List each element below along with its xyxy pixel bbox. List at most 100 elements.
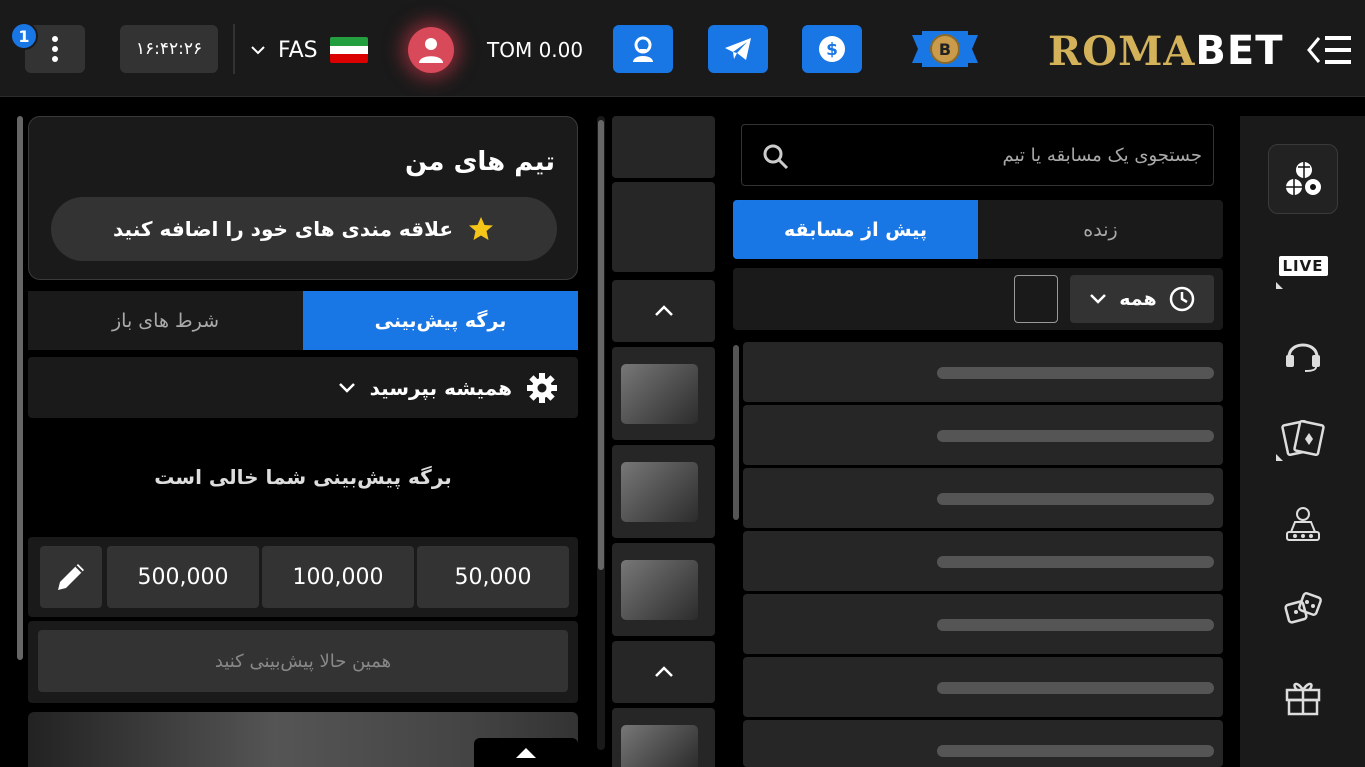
dollar-icon: $ [819, 36, 845, 62]
sidebar-item-bonus[interactable] [1268, 661, 1338, 731]
language-label: FAS [278, 37, 318, 63]
sports-list-scrollbar[interactable] [733, 345, 739, 520]
telegram-button[interactable] [708, 25, 768, 73]
svg-text:B: B [939, 40, 951, 59]
gift-icon [1285, 682, 1321, 716]
add-favorites-label: علاقه مندی های خود را اضافه کنید [113, 217, 453, 241]
pencil-icon [58, 564, 84, 590]
loading-placeholder [937, 745, 1214, 757]
live-icon: LIVE [1278, 256, 1328, 276]
game-tile[interactable] [612, 445, 715, 538]
betslip-tabs: شرط های باز برگه پیش‌بینی [28, 291, 578, 350]
kebab-icon [52, 36, 58, 62]
telegram-icon [725, 38, 751, 60]
gear-icon [527, 372, 557, 403]
empty-betslip-message: برگه پیش‌بینی شما خالی است [154, 465, 452, 489]
dice-icon [1284, 592, 1322, 624]
sports-sidebar: LIVE [1240, 116, 1365, 767]
list-item[interactable] [743, 657, 1223, 717]
list-item[interactable] [743, 468, 1223, 528]
stake-button-500000[interactable]: 500,000 [107, 546, 259, 608]
filter-bar: همه [733, 268, 1223, 330]
search-icon [763, 144, 789, 170]
iran-flag-icon [329, 37, 368, 63]
sidebar-item-games[interactable] [1268, 574, 1338, 644]
collapse-button[interactable] [612, 641, 715, 703]
loading-placeholder [937, 682, 1214, 694]
place-bet-area: همین حالا پیش‌بینی کنید [28, 621, 578, 703]
odds-change-setting[interactable]: همیشه بپرسید [28, 357, 578, 418]
sidebar-item-support[interactable] [1268, 318, 1338, 388]
submenu-indicator [1276, 454, 1283, 461]
tab-open-bets[interactable]: شرط های باز [28, 291, 303, 350]
game-thumbnail [621, 364, 698, 424]
search-input[interactable] [802, 135, 1202, 175]
chevron-down-icon [1090, 294, 1107, 304]
support-agent-button[interactable] [613, 25, 673, 73]
notification-badge: 1 [10, 22, 38, 50]
collapse-menu-button[interactable] [1305, 30, 1355, 70]
sidebar-item-live[interactable]: LIVE [1268, 231, 1338, 301]
middle-scrollbar[interactable] [597, 116, 605, 750]
cards-icon [1281, 419, 1325, 457]
time-filter-dropdown[interactable]: همه [1070, 275, 1214, 323]
odds-setting-label: همیشه بپرسید [369, 375, 512, 400]
chevron-up-icon [654, 666, 673, 677]
sidebar-item-sports[interactable] [1268, 144, 1338, 214]
star-icon [469, 217, 493, 240]
svg-text:$: $ [826, 40, 838, 60]
loading-placeholder [937, 619, 1214, 631]
category-placeholder [612, 182, 715, 272]
sidebar-item-casino[interactable] [1268, 402, 1338, 472]
game-thumbnail [621, 462, 698, 522]
balance-display: TOM 0.00 [487, 38, 584, 62]
loading-placeholder [937, 430, 1214, 442]
dealer-icon [1286, 507, 1320, 541]
loading-placeholder [937, 556, 1214, 568]
language-selector[interactable]: FAS [250, 30, 368, 70]
edit-stakes-button[interactable] [40, 546, 102, 608]
tab-betslip[interactable]: برگه پیش‌بینی [303, 291, 578, 350]
stake-button-100000[interactable]: 100,000 [262, 546, 414, 608]
deposit-button[interactable]: $ [802, 25, 862, 73]
list-item[interactable] [743, 594, 1223, 654]
loading-placeholder [937, 367, 1214, 379]
headset-icon [1286, 343, 1320, 372]
menu-collapse-icon [1307, 36, 1351, 64]
game-tile[interactable] [612, 347, 715, 440]
expand-panel-button[interactable] [474, 738, 578, 767]
list-item[interactable] [743, 342, 1223, 402]
clock-display: ۱۶:۴۲:۲۶ [120, 25, 218, 73]
time-filter-label: همه [1119, 288, 1157, 310]
crypto-button[interactable]: B [910, 25, 980, 73]
betslip-scrollbar[interactable] [17, 116, 23, 660]
loading-placeholder [937, 493, 1214, 505]
sidebar-item-live-casino[interactable] [1268, 489, 1338, 559]
my-teams-card: تیم های من علاقه مندی های خود را اضافه ک… [28, 116, 578, 280]
filter-checkbox[interactable] [1014, 275, 1058, 323]
list-item[interactable] [743, 720, 1223, 767]
divider [233, 24, 235, 74]
tab-prematch[interactable]: پیش از مسابقه [733, 200, 978, 259]
bitcoin-ribbon-icon: B [912, 31, 978, 67]
stake-button-50000[interactable]: 50,000 [417, 546, 569, 608]
sports-mode-tabs: پیش از مسابقه زنده [733, 200, 1223, 259]
user-avatar-button[interactable] [408, 27, 454, 73]
my-teams-title: تیم های من [405, 147, 555, 177]
game-thumbnail [621, 560, 698, 620]
game-tile[interactable] [612, 708, 715, 767]
list-item[interactable] [743, 531, 1223, 591]
chevron-up-icon [654, 305, 673, 316]
add-favorites-button[interactable]: علاقه مندی های خود را اضافه کنید [51, 197, 557, 261]
top-bar: 1 ۱۶:۴۲:۲۶ FAS TOM 0.00 $ B ROMA BET [0, 0, 1365, 97]
submenu-indicator [1276, 282, 1283, 289]
place-bet-button[interactable]: همین حالا پیش‌بینی کنید [38, 630, 568, 692]
game-tile[interactable] [612, 543, 715, 636]
collapse-button[interactable] [612, 280, 715, 342]
list-item[interactable] [743, 405, 1223, 465]
romabet-logo[interactable]: ROMA BET [1048, 28, 1284, 75]
category-placeholder [612, 116, 715, 178]
clock-icon [1169, 286, 1194, 312]
tab-live[interactable]: زنده [978, 200, 1223, 259]
sports-balls-icon [1286, 162, 1321, 195]
